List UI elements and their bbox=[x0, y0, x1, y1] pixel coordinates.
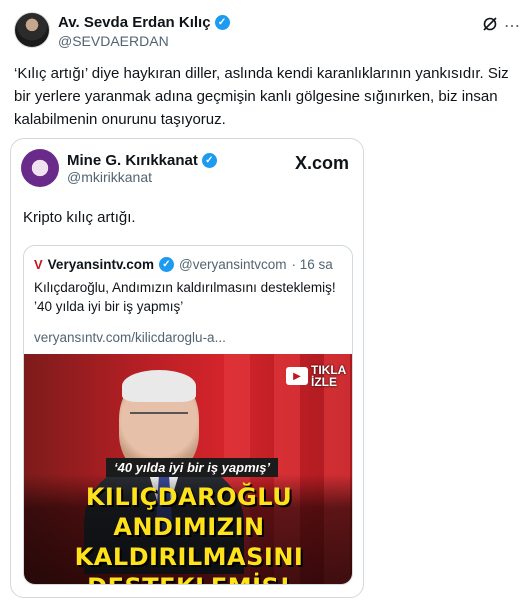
verified-badge-icon: ✓ bbox=[158, 257, 174, 272]
quoted-tweet-text: Kılıçdaroğlu, Andımızın kaldırılmasını d… bbox=[34, 280, 336, 314]
watch-cta-label: TIKLA İZLE bbox=[311, 364, 346, 388]
author-avatar[interactable] bbox=[14, 12, 50, 48]
quoted-author-name[interactable]: Veryansintv.com bbox=[48, 257, 154, 272]
veryansin-logo-icon: V bbox=[34, 257, 43, 272]
verified-badge-icon: ✓ bbox=[201, 153, 217, 168]
headline-line-1: KILIÇDAROĞLU bbox=[85, 483, 293, 511]
quoted-time: · 16 sa bbox=[291, 257, 333, 272]
hair bbox=[122, 370, 196, 402]
embedded-tweet-card[interactable]: Mine G. Kırıkkanat ✓ @mkirikkanat X.com … bbox=[10, 138, 364, 598]
embedded-author-name-line: Mine G. Kırıkkanat ✓ bbox=[67, 152, 217, 169]
embedded-author-name[interactable]: Mine G. Kırıkkanat bbox=[67, 152, 198, 169]
embedded-tweet-text: Kripto kılıç artığı. bbox=[23, 209, 136, 226]
news-thumbnail-image[interactable]: ▶ TIKLA İZLE ‘40 yılda iyi bir iş yapmış… bbox=[24, 354, 352, 584]
headline-line-2: ANDIMIZIN KALDIRILMASINI bbox=[74, 513, 304, 571]
x-logo[interactable]: X.com bbox=[295, 153, 349, 174]
image-headline: KILIÇDAROĞLU ANDIMIZIN KALDIRILMASINI DE… bbox=[24, 482, 352, 584]
quoted-author-handle[interactable]: @veryansintvcom bbox=[179, 257, 287, 272]
watch-cta[interactable]: ▶ TIKLA İZLE bbox=[286, 364, 346, 388]
image-quote-banner: ‘40 yılda iyi bir iş yapmış’ bbox=[106, 458, 279, 477]
play-icon: ▶ bbox=[286, 367, 308, 385]
quoted-tweet[interactable]: V Veryansintv.com ✓ @veryansintvcom · 16… bbox=[23, 245, 353, 585]
headline-line-3: DESTEKLEMİŞ! bbox=[24, 572, 352, 584]
author-name-line: Av. Sevda Erdan Kılıç ✓ bbox=[58, 14, 230, 31]
author-handle[interactable]: @SEVDAERDAN bbox=[58, 33, 169, 49]
quoted-link[interactable]: veryansıntv.com/kilicdaroglu-a... bbox=[34, 330, 226, 345]
cta-line-2: İZLE bbox=[311, 375, 337, 389]
tweet-header: Av. Sevda Erdan Kılıç ✓ @SEVDAERDAN ⋯ bbox=[14, 12, 520, 52]
embedded-author-handle[interactable]: @mkirikkanat bbox=[67, 169, 152, 185]
glasses bbox=[130, 412, 188, 426]
verified-badge-icon: ✓ bbox=[214, 15, 230, 30]
tweet-text: ‘Kılıç artığı’ diye haykıran diller, asl… bbox=[14, 65, 509, 128]
embedded-author-avatar[interactable] bbox=[21, 149, 59, 187]
grok-icon[interactable] bbox=[482, 16, 498, 32]
quoted-tweet-header: V Veryansintv.com ✓ @veryansintvcom · 16… bbox=[34, 257, 333, 272]
more-options-icon[interactable]: ⋯ bbox=[504, 16, 521, 36]
author-name[interactable]: Av. Sevda Erdan Kılıç bbox=[58, 14, 211, 31]
